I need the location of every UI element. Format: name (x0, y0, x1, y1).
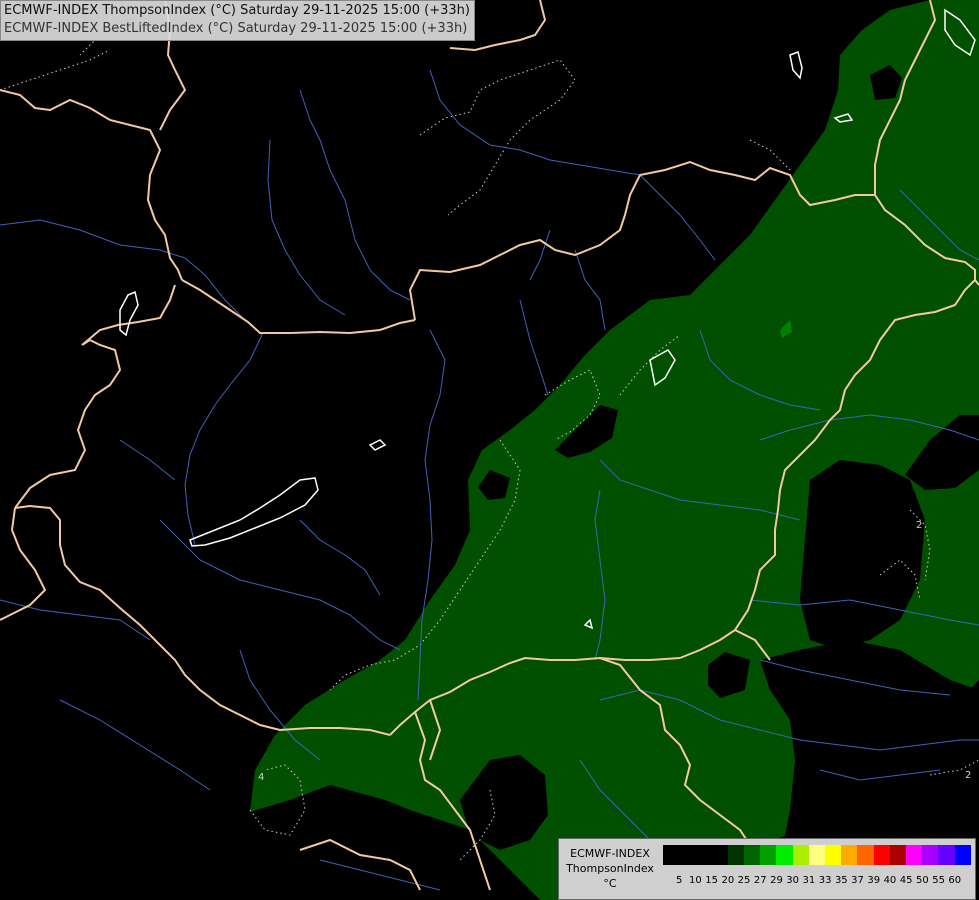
legend-swatch (744, 845, 761, 865)
legend-tick-label: 37 (851, 875, 864, 886)
legend-parameter: ThompsonIndex (566, 862, 654, 875)
legend-tick-label: 25 (737, 875, 751, 886)
legend-tick-label: 35 (834, 875, 848, 886)
legend-tick-label: 40 (883, 875, 897, 886)
legend-swatch (695, 845, 712, 865)
map-title-thompson: ECMWF-INDEX ThompsonIndex (°C) Saturday … (4, 3, 470, 18)
legend-tick-label: 50 (915, 875, 929, 886)
legend-model: ECMWF-INDEX (570, 847, 650, 860)
legend-unit: °C (603, 877, 617, 890)
contour-label: 4 (258, 772, 264, 783)
legend-tick-label: 33 (818, 875, 832, 886)
legend-swatch (873, 845, 890, 865)
legend-tick-label: 39 (867, 875, 881, 886)
legend-tick-label: 15 (705, 875, 718, 886)
contour-label: 2 (965, 770, 971, 781)
contour-label: 2 (916, 520, 922, 531)
legend-tick-label: 10 (689, 875, 702, 886)
legend-swatch (663, 845, 680, 865)
legend-swatch (906, 845, 923, 865)
legend-swatch (808, 845, 826, 865)
legend-swatch (889, 845, 907, 865)
map-title-lifted: ECMWF-INDEX BestLiftedIndex (°C) Saturda… (4, 21, 468, 36)
legend-tick-label: 60 (948, 875, 962, 886)
legend-swatch (938, 845, 955, 865)
legend-tick-label: 30 (786, 875, 800, 886)
legend-tick-label: 5 (676, 875, 683, 886)
weather-map: 2 4 2 (0, 0, 979, 900)
legend-swatch (760, 845, 777, 865)
legend-swatch (679, 845, 696, 865)
color-legend: ECMWF-INDEX ThompsonIndex °C 5 10 15 20 25 27… (558, 838, 976, 900)
legend-swatch (922, 845, 939, 865)
legend-swatch (727, 845, 745, 865)
map-title-box: ECMWF-INDEX ThompsonIndex (°C) Saturday … (0, 0, 475, 41)
legend-swatch (776, 845, 793, 865)
legend-swatch (857, 845, 874, 865)
legend-swatches (663, 845, 971, 865)
legend-tick-label: 31 (802, 875, 816, 886)
legend-swatch (792, 845, 809, 865)
legend-tick-label: 29 (770, 875, 783, 886)
legend-tick-label: 20 (721, 875, 735, 886)
legend-tick-label: 27 (753, 875, 767, 886)
legend-ticks: 5 10 15 20 25 27 29 30 31 33 35 37 39 40 45 50 55 60 (663, 875, 971, 889)
legend-swatch (825, 845, 842, 865)
legend-tick-label: 45 (899, 875, 913, 886)
legend-tick-label: 55 (932, 875, 945, 886)
legend-swatch (841, 845, 858, 865)
legend-swatch (954, 845, 971, 865)
legend-swatch (711, 845, 728, 865)
